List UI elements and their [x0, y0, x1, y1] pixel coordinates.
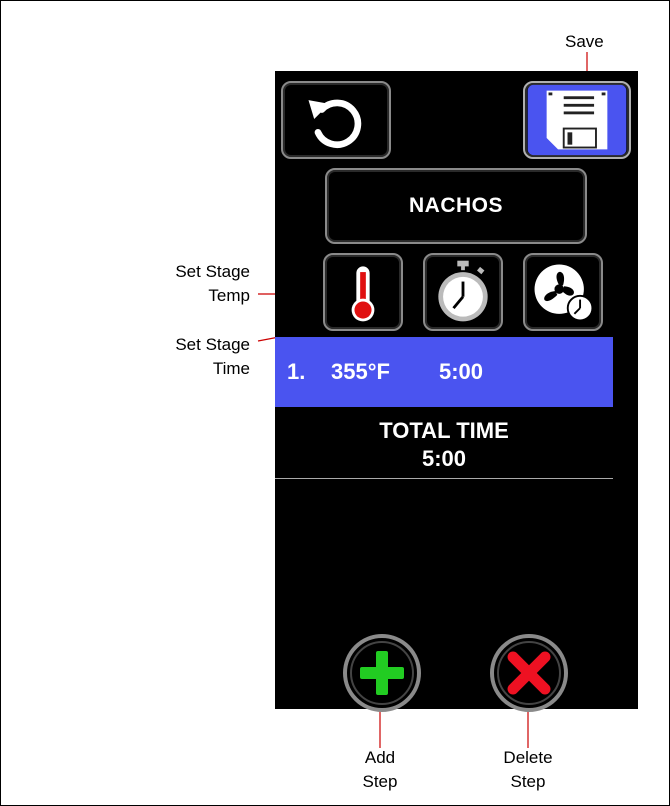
- save-disk-icon: [527, 84, 627, 156]
- add-step-button[interactable]: [342, 633, 422, 713]
- callout-line: Time: [212, 359, 250, 378]
- recipe-name-button[interactable]: NACHOS: [325, 168, 587, 244]
- callout-line: Delete: [503, 748, 553, 767]
- step-row[interactable]: 1. 355°F 5:00: [275, 337, 613, 407]
- callout-line: Step: [362, 772, 398, 791]
- plus-icon: [343, 634, 421, 712]
- step-temperature: 355°F: [331, 359, 390, 384]
- step-time: 5:00: [439, 359, 484, 384]
- total-time-label: TOTAL TIME: [379, 418, 509, 443]
- callout-line: Step: [510, 772, 546, 791]
- set-stage-time-button[interactable]: [423, 253, 503, 331]
- callout-line: Temp: [208, 286, 250, 305]
- x-icon: [490, 634, 568, 712]
- step-number: 1.: [287, 359, 306, 384]
- device-screen: NACHOS 1. 355°F 5:00 TOTAL TIME 5:00: [275, 71, 638, 712]
- set-stage-temp-button[interactable]: [323, 253, 403, 331]
- reset-icon: [308, 99, 362, 148]
- add-step-callout: Add Step: [350, 746, 410, 794]
- thermometer-icon: [351, 266, 375, 322]
- save-button[interactable]: [523, 81, 631, 159]
- total-time-panel: TOTAL TIME 5:00: [275, 409, 613, 479]
- save-callout: Save: [565, 32, 604, 51]
- callout-line: Set Stage: [175, 335, 250, 354]
- stopwatch-icon: [438, 260, 488, 322]
- delete-step-button[interactable]: [489, 633, 569, 713]
- total-time-value: 5:00: [421, 446, 467, 471]
- recipe-name: NACHOS: [408, 194, 503, 217]
- set-stage-temp-callout: Set Stage Temp: [150, 260, 250, 308]
- fan-timer-icon: [534, 264, 594, 322]
- fan-timer-button[interactable]: [523, 253, 603, 331]
- callout-line: Add: [364, 748, 396, 767]
- callout-line: Set Stage: [175, 262, 250, 281]
- set-stage-time-callout: Set Stage Time: [150, 333, 250, 381]
- delete-step-callout: Delete Step: [493, 746, 563, 794]
- reset-button[interactable]: [281, 81, 391, 159]
